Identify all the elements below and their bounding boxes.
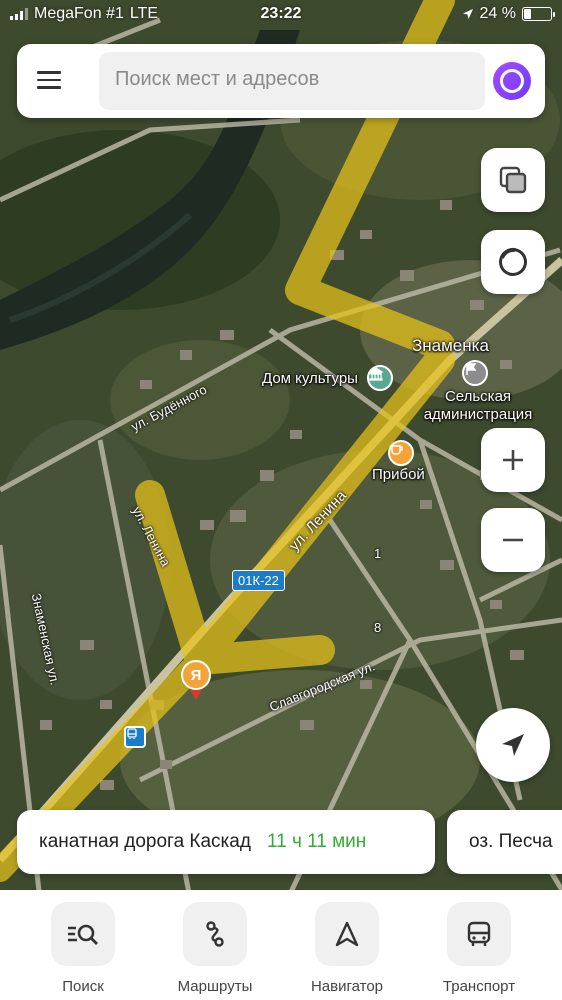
route-badge: 01К-22 xyxy=(232,570,285,591)
cafe-label[interactable]: Прибой xyxy=(372,466,425,483)
location-arrow-icon xyxy=(502,734,524,756)
status-bar: MegaFon #1 LTE 23:22 24 % xyxy=(0,0,562,30)
layers-icon xyxy=(499,166,527,194)
suggestion-card[interactable]: канатная дорога Каскад 11 ч 11 мин xyxy=(17,810,435,874)
suggestion-eta: 11 ч 11 мин xyxy=(266,831,367,852)
battery-icon xyxy=(522,7,555,21)
nav-item-label: Навигатор xyxy=(310,978,384,995)
my-location-button[interactable] xyxy=(476,708,550,782)
nav-item-label: Транспорт xyxy=(442,978,516,995)
alice-voice-icon[interactable] xyxy=(493,62,531,100)
battery-percent: 24 % xyxy=(479,5,516,22)
minus-icon xyxy=(503,538,523,542)
bus-icon xyxy=(447,902,511,966)
culture-house-icon[interactable] xyxy=(367,365,393,391)
menu-icon[interactable] xyxy=(37,71,61,91)
nav-item-label: Маршруты xyxy=(177,978,253,995)
nav-item-label: Поиск xyxy=(62,978,104,995)
cafe-icon[interactable] xyxy=(388,440,414,466)
house-number: 8 xyxy=(374,620,382,635)
nav-item-transport[interactable]: Транспорт xyxy=(424,902,534,995)
zoom-in-button[interactable] xyxy=(481,428,545,492)
administration-label[interactable]: Сельская администрация xyxy=(418,388,538,424)
battery-level xyxy=(524,9,531,19)
location-arrow-icon xyxy=(462,9,473,19)
bottom-navigation: Поиск Маршруты Навигатор Транспорт xyxy=(0,890,562,1000)
nav-item-routes[interactable]: Маршруты xyxy=(160,902,270,995)
plus-icon xyxy=(503,450,523,470)
nav-item-search[interactable]: Поиск xyxy=(28,902,138,995)
bus-stop-icon[interactable] xyxy=(124,726,146,748)
search-input[interactable]: Поиск мест и адресов xyxy=(99,52,485,110)
nav-item-navigator[interactable]: Навигатор xyxy=(292,902,402,995)
zoom-out-button[interactable] xyxy=(481,508,545,572)
suggestion-name: оз. Песча xyxy=(469,831,553,852)
traffic-button[interactable] xyxy=(481,230,545,294)
search-list-icon xyxy=(51,902,115,966)
layers-button[interactable] xyxy=(481,148,545,212)
search-bar: Поиск мест и адресов xyxy=(17,44,545,118)
location-pin-icon[interactable]: Я xyxy=(181,660,211,702)
administration-label-text: Сельская администрация xyxy=(423,388,533,423)
culture-house-label[interactable]: Дом культуры xyxy=(262,370,358,387)
suggestion-card[interactable]: оз. Песча xyxy=(447,810,562,874)
village-label: Знаменка xyxy=(412,336,489,355)
routes-icon xyxy=(183,902,247,966)
administration-flag-icon[interactable] xyxy=(462,360,488,386)
navigator-arrow-icon xyxy=(315,902,379,966)
house-number: 1 xyxy=(374,546,382,561)
suggestion-name: канатная дорога Каскад xyxy=(39,831,251,852)
traffic-icon xyxy=(499,247,527,276)
